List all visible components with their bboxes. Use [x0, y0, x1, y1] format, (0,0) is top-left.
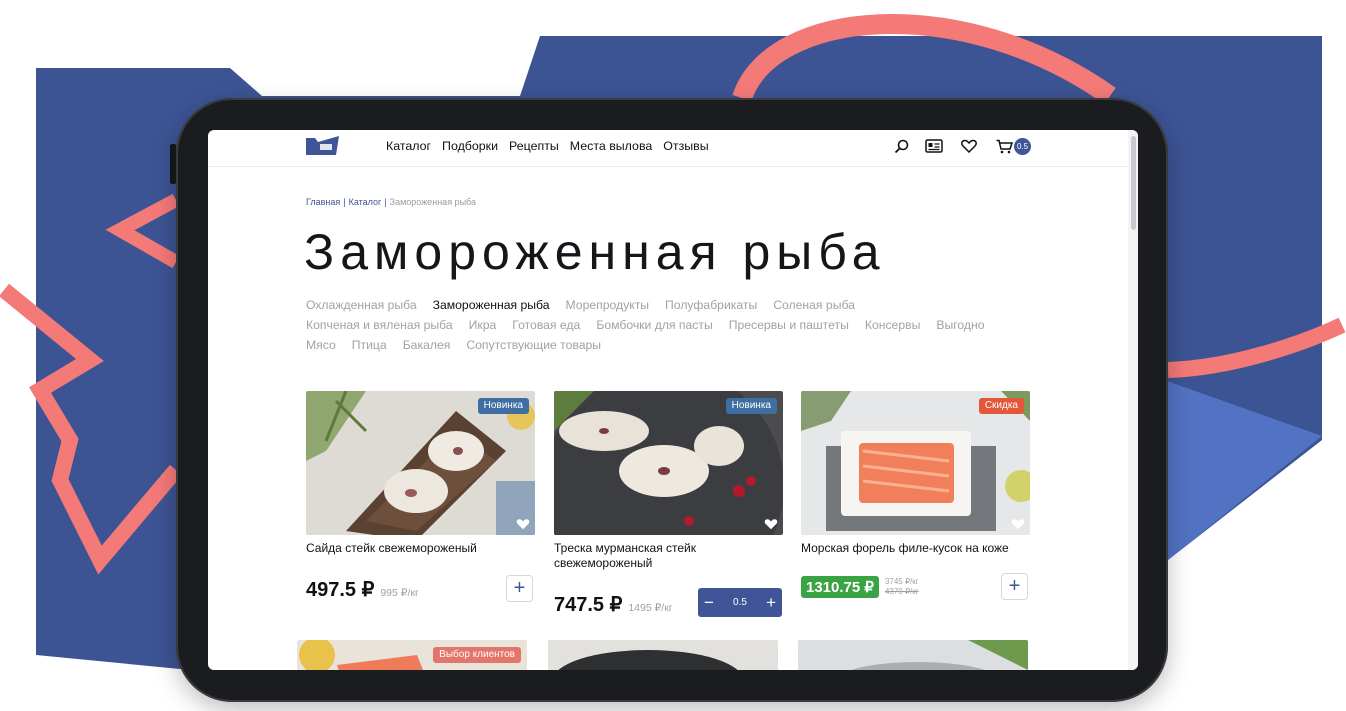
- product-name[interactable]: Сайда стейк свежемороженый: [306, 541, 532, 556]
- product-image[interactable]: Новинка: [306, 391, 535, 535]
- badge-new: Новинка: [725, 398, 777, 414]
- cart-icon[interactable]: [995, 137, 1013, 155]
- search-icon[interactable]: [892, 137, 910, 155]
- increase-button[interactable]: +: [766, 593, 776, 613]
- price-row: 747.5 ₽ 1495 ₽/кг: [554, 592, 673, 617]
- quantity-stepper[interactable]: − 0.5 +: [698, 588, 782, 617]
- category-accessories[interactable]: Сопутствующие товары: [466, 338, 601, 358]
- category-caviar[interactable]: Икра: [469, 318, 497, 338]
- badge-new: Новинка: [477, 398, 529, 414]
- category-ready-meals[interactable]: Готовая еда: [512, 318, 580, 338]
- category-canned[interactable]: Консервы: [865, 318, 921, 338]
- nav-recipes[interactable]: Рецепты: [509, 139, 559, 153]
- category-frozen-fish[interactable]: Замороженная рыба: [433, 298, 550, 318]
- product-image[interactable]: Скидка: [801, 391, 1030, 535]
- heart-icon[interactable]: [1011, 517, 1025, 531]
- product-price: 747.5 ₽: [554, 594, 623, 616]
- cart-count-badge: 0.5: [1014, 138, 1031, 155]
- price-per-kg: 995 ₽/кг: [380, 587, 419, 599]
- product-card[interactable]: Новинка Сайда стейк свежемороженый: [306, 391, 535, 556]
- nav-reviews[interactable]: Отзывы: [663, 139, 708, 153]
- category-semi-finished[interactable]: Полуфабрикаты: [665, 298, 757, 318]
- product-card[interactable]: Скидка Морская форель филе-кусок на коже: [801, 391, 1030, 556]
- page-title: Замороженная рыба: [304, 224, 886, 280]
- nav-collections[interactable]: Подборки: [442, 139, 498, 153]
- category-links: Охлажденная рыба Замороженная рыба Мореп…: [306, 298, 1046, 358]
- site-header: Каталог Подборки Рецепты Места вылова От…: [208, 130, 1138, 167]
- breadcrumb: Главная | Каталог | Замороженная рыба: [306, 197, 476, 207]
- nav-catalog[interactable]: Каталог: [386, 139, 431, 153]
- category-pasta-bombs[interactable]: Бомбочки для пасты: [596, 318, 712, 338]
- nav-fishing-places[interactable]: Места вылова: [570, 139, 653, 153]
- add-to-cart-button[interactable]: +: [1001, 573, 1028, 600]
- badge-customer-choice: Выбор клиентов: [433, 647, 521, 663]
- price-per-kg: 1495 ₽/кг: [628, 602, 673, 614]
- product-image[interactable]: [548, 640, 778, 670]
- category-chilled-fish[interactable]: Охлажденная рыба: [306, 298, 417, 318]
- heart-icon[interactable]: [516, 517, 530, 531]
- category-seafood[interactable]: Морепродукты: [566, 298, 650, 318]
- heart-icon[interactable]: [764, 517, 778, 531]
- brand-logo[interactable]: [306, 136, 339, 155]
- product-card[interactable]: [798, 640, 1028, 670]
- old-price: 4370 ₽/кг: [884, 587, 919, 596]
- price-per-kg: 3745 ₽/кг: [884, 577, 919, 586]
- badge-sale: Скидка: [978, 398, 1024, 414]
- category-deals[interactable]: Выгодно: [936, 318, 984, 338]
- heart-icon[interactable]: [960, 137, 978, 155]
- product-card[interactable]: [548, 640, 778, 670]
- price-row: 1310.75 ₽ 3745 ₽/кг 4370 ₽/кг: [801, 576, 919, 598]
- product-price: 497.5 ₽: [306, 579, 375, 601]
- old-prices: 3745 ₽/кг 4370 ₽/кг: [885, 577, 919, 597]
- main-nav: Каталог Подборки Рецепты Места вылова От…: [386, 139, 709, 153]
- add-to-cart-button[interactable]: +: [506, 575, 533, 602]
- tablet-screen: Каталог Подборки Рецепты Места вылова От…: [208, 130, 1138, 670]
- product-card[interactable]: Новинка Треска мурманская стейк свежемор…: [554, 391, 783, 571]
- product-name[interactable]: Треска мурманская стейк свежемороженый: [554, 541, 780, 571]
- category-smoked-fish[interactable]: Копченая и вяленая рыба: [306, 318, 453, 338]
- category-preserves[interactable]: Пресервы и паштеты: [729, 318, 849, 338]
- category-salted-fish[interactable]: Соленая рыба: [773, 298, 855, 318]
- tablet-side-button: [170, 144, 176, 184]
- category-poultry[interactable]: Птица: [352, 338, 387, 358]
- category-grocery[interactable]: Бакалея: [403, 338, 451, 358]
- quantity-value: 0.5: [733, 597, 747, 608]
- product-card[interactable]: Выбор клиентов: [297, 640, 527, 670]
- scrollbar-thumb[interactable]: [1131, 136, 1136, 230]
- product-image[interactable]: [798, 640, 1028, 670]
- breadcrumb-separator: |: [343, 197, 346, 207]
- price-row: 497.5 ₽ 995 ₽/кг: [306, 577, 419, 602]
- breadcrumb-current: Замороженная рыба: [389, 197, 476, 207]
- header-icons: 0.5: [892, 137, 1031, 155]
- product-image[interactable]: Новинка: [554, 391, 783, 535]
- decrease-button[interactable]: −: [704, 593, 714, 613]
- breadcrumb-catalog[interactable]: Каталог: [349, 197, 382, 207]
- breadcrumb-separator: |: [384, 197, 387, 207]
- category-meat[interactable]: Мясо: [306, 338, 336, 358]
- breadcrumb-home[interactable]: Главная: [306, 197, 340, 207]
- product-name[interactable]: Морская форель филе-кусок на коже: [801, 541, 1027, 556]
- profile-card-icon[interactable]: [925, 137, 943, 155]
- scrollbar[interactable]: [1128, 130, 1138, 670]
- sale-price: 1310.75 ₽: [801, 576, 879, 598]
